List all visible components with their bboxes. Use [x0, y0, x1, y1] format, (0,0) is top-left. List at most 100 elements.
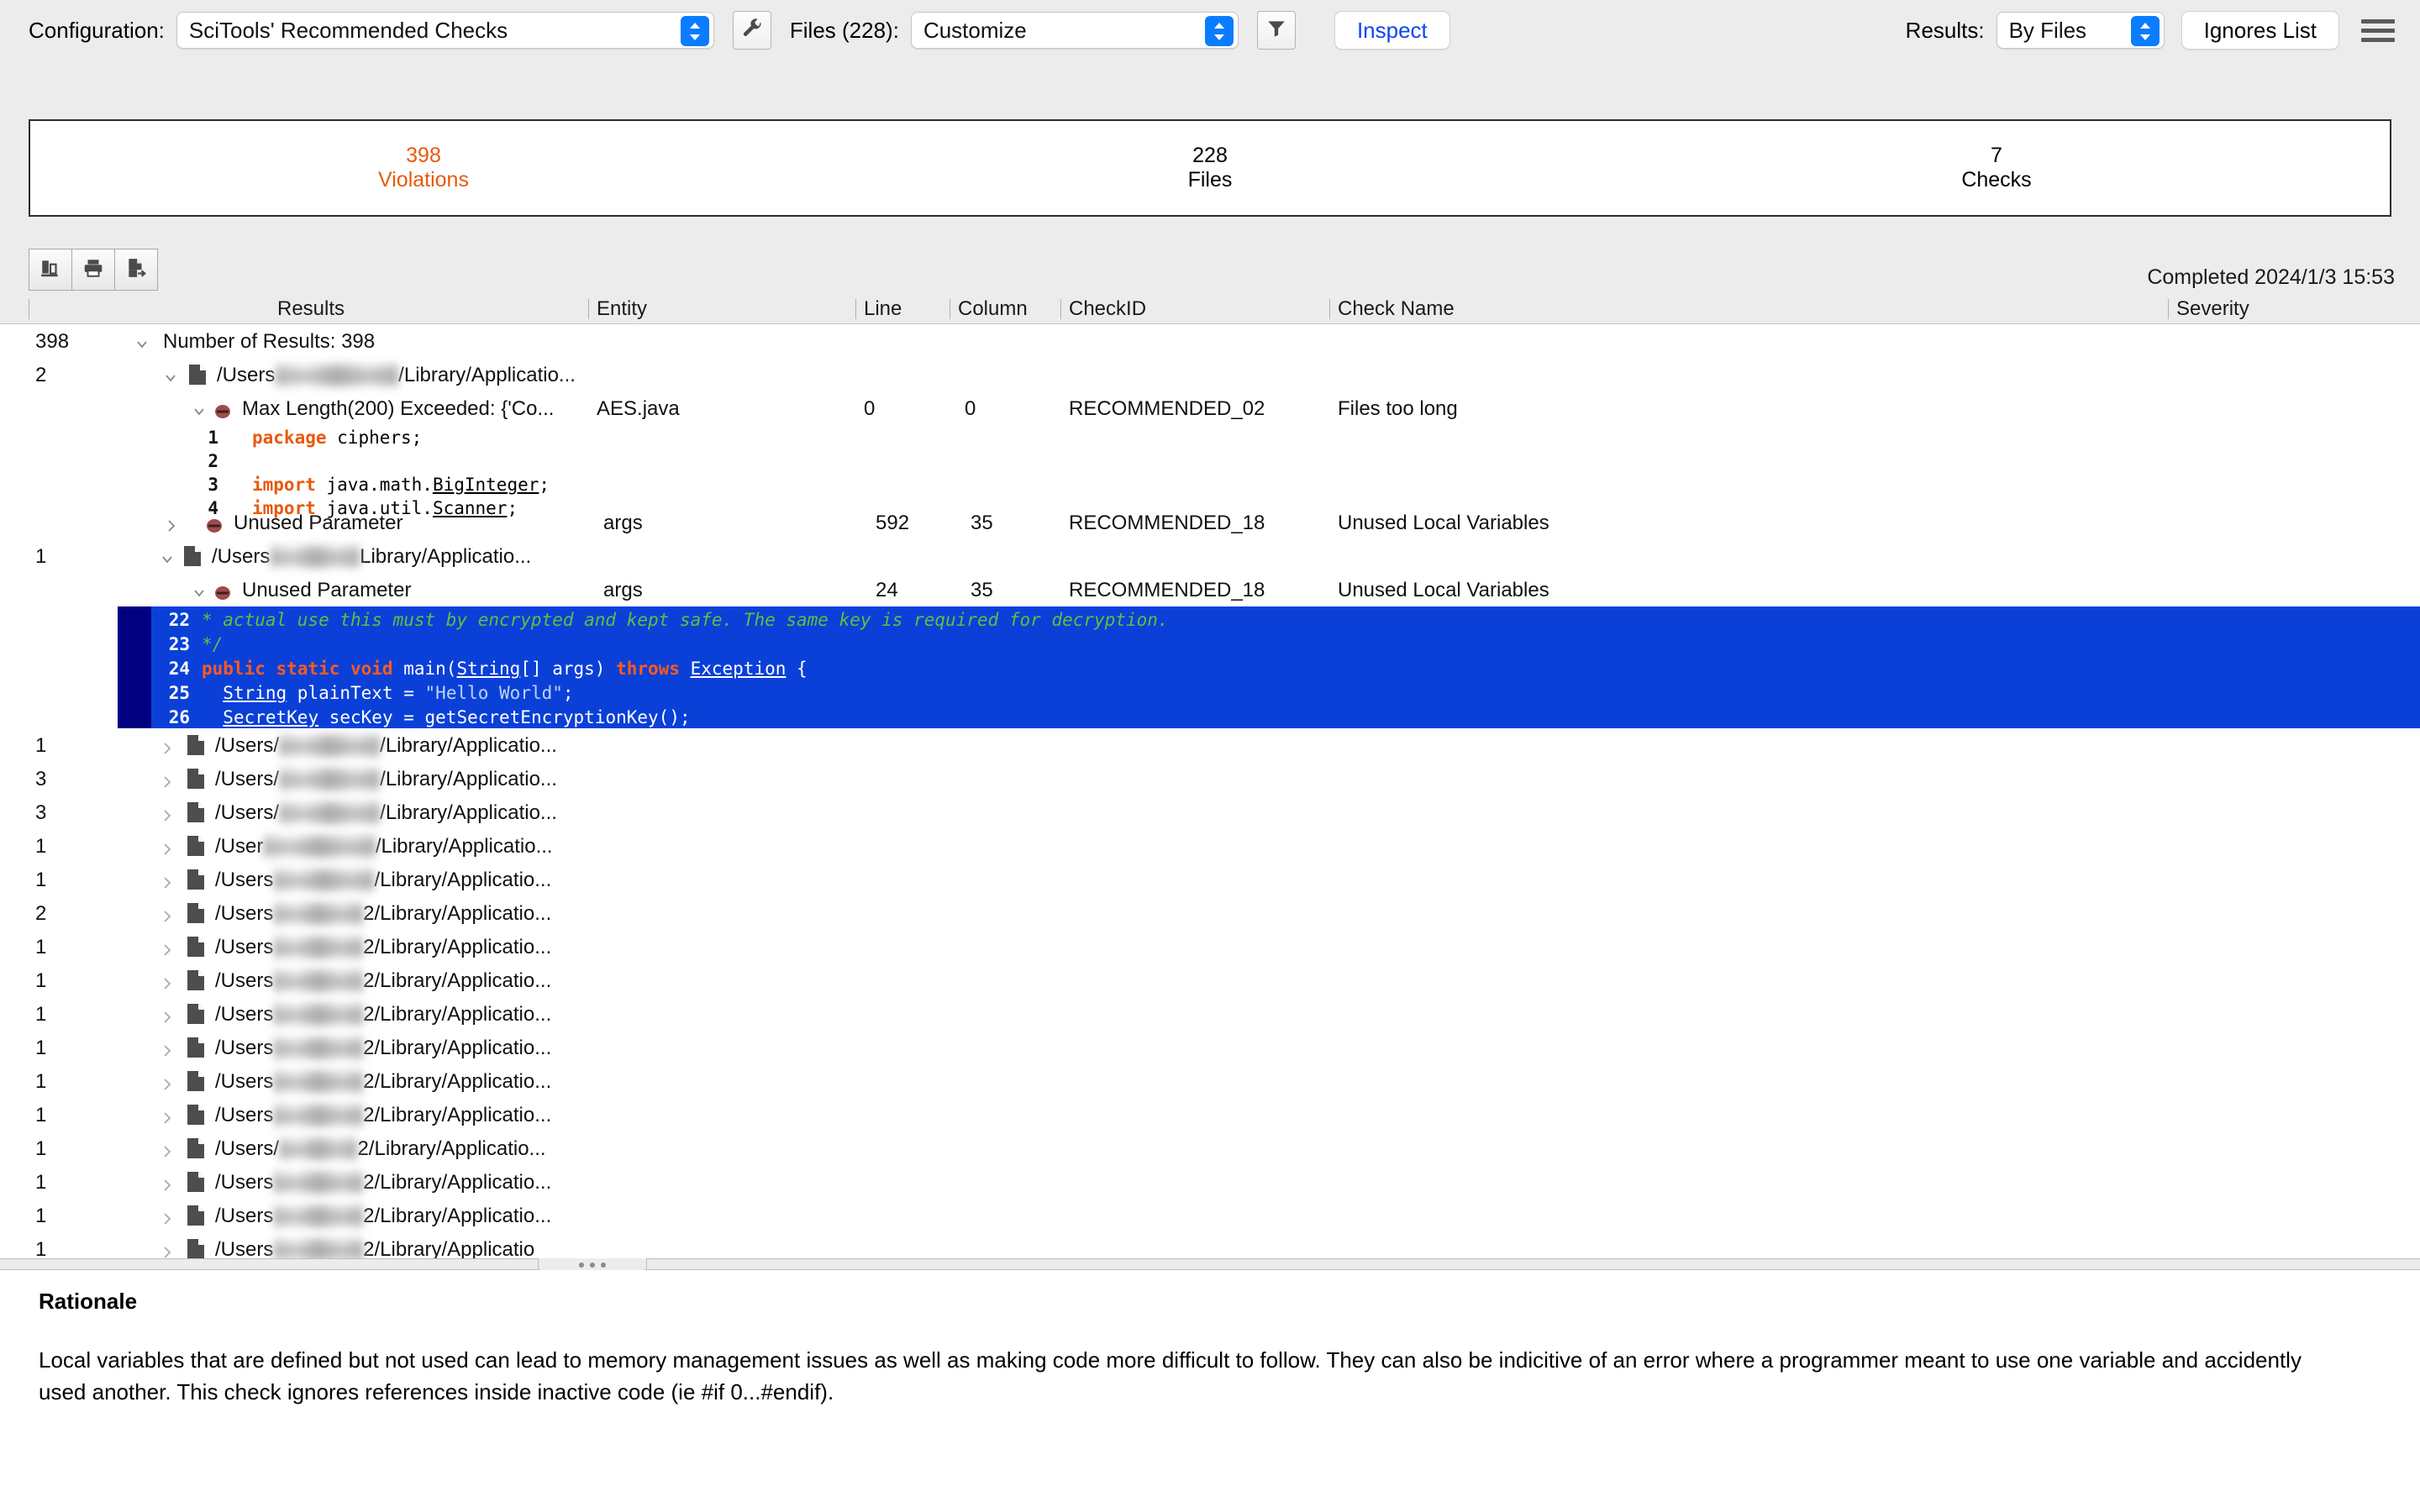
chevron-right-icon[interactable]	[160, 1108, 175, 1123]
chevron-updown-icon[interactable]	[681, 16, 709, 46]
violation-column: 35	[971, 512, 993, 535]
tree-row-violation[interactable]: Unused Parameter args 592 35 RECOMMENDED…	[0, 506, 2420, 539]
checks-count: 7	[1991, 144, 2002, 168]
tree-row-file[interactable]: 1/Useraaaaaaaaaa/Library/Applicatio...	[0, 829, 2420, 863]
column-header-column[interactable]: Column	[958, 297, 1028, 321]
inspect-button-label: Inspect	[1357, 18, 1428, 44]
chevron-right-icon[interactable]	[160, 1074, 175, 1089]
tree-row-file[interactable]: 3/Users/aaaaaaaaa/Library/Applicatio...	[0, 762, 2420, 795]
redacted-username: aaaaaaa	[279, 1137, 357, 1161]
chevron-down-icon[interactable]	[134, 334, 150, 349]
tree-row-file[interactable]: 1/Usersaaaaaaaa2/Library/Applicatio...	[0, 1064, 2420, 1098]
chevron-right-icon[interactable]	[160, 1209, 175, 1224]
top-toolbar: Configuration: SciTools' Recommended Che…	[0, 0, 2420, 60]
tree-row-file[interactable]: 1/Usersaaaaaaaa2/Library/Applicatio...	[0, 1165, 2420, 1199]
code-line-number: 24	[156, 659, 190, 679]
file-icon	[187, 1070, 205, 1092]
tree-row-file[interactable]: 2/Usersaaaaaaaa2/Library/Applicatio...	[0, 896, 2420, 930]
violation-label: Unused Parameter	[242, 579, 411, 602]
column-header-checkid[interactable]: CheckID	[1069, 297, 1146, 321]
chevron-right-icon[interactable]	[160, 738, 175, 753]
column-header-severity[interactable]: Severity	[2176, 297, 2249, 321]
tree-row-file[interactable]: 1/Usersaaaaaaaa2/Library/Applicatio...	[0, 997, 2420, 1031]
chevron-right-icon[interactable]	[164, 516, 179, 531]
code-line: 24 public static void main(String[] args)…	[118, 655, 2420, 680]
chevron-right-icon[interactable]	[160, 1142, 175, 1157]
tree-row-file[interactable]: 1/Usersaaaaaaaa2/Library/Applicatio...	[0, 1031, 2420, 1064]
chevron-right-icon[interactable]	[160, 974, 175, 989]
hamburger-icon[interactable]	[2361, 19, 2395, 42]
tree-row-root[interactable]: 398 Number of Results: 398	[0, 324, 2420, 358]
file-path: /UsersaaaaaaaaLibrary/Applicatio...	[212, 545, 531, 569]
code-line-text: public static void main(String[] args) t…	[202, 659, 808, 679]
file-icon	[187, 869, 205, 890]
chevron-down-icon[interactable]	[163, 368, 178, 383]
tree-row-file[interactable]: 1 /UsersaaaaaaaaLibrary/Applicatio...	[0, 539, 2420, 573]
panel-splitter[interactable]	[0, 1258, 2420, 1270]
file-path-prefix: /Users	[215, 1070, 273, 1093]
chevron-right-icon[interactable]	[160, 1007, 175, 1022]
tree-row-violation[interactable]: Max Length(200) Exceeded: {'Co... AES.ja…	[0, 391, 2420, 425]
violation-severity-icon	[213, 402, 232, 415]
redacted-username: aaaaaaaa	[273, 1104, 363, 1127]
chevron-updown-icon[interactable]	[1205, 16, 1234, 46]
tree-row-file[interactable]: 1/Usersaaaaaaaa2/Library/Applicatio...	[0, 1098, 2420, 1131]
chevron-down-icon[interactable]	[192, 402, 207, 417]
file-path: /Usersaaaaaaaa2/Library/Applicatio...	[215, 1205, 551, 1228]
chevron-right-icon[interactable]	[160, 806, 175, 821]
configuration-select[interactable]: SciTools' Recommended Checks	[176, 12, 714, 49]
chevron-right-icon[interactable]	[160, 839, 175, 854]
chevron-right-icon[interactable]	[160, 1041, 175, 1056]
chevron-right-icon[interactable]	[160, 873, 175, 888]
code-line-text: * actual use this must by encrypted and …	[202, 610, 1169, 630]
file-path-prefix: /Users	[215, 1104, 273, 1126]
print-button[interactable]	[71, 249, 115, 291]
tree-row-file[interactable]: 1/Usersaaaaaaaa2/Library/Applicatio...	[0, 1199, 2420, 1232]
ignores-list-label: Ignores List	[2204, 18, 2317, 44]
redacted-username: aaaaaaaaa	[279, 801, 380, 825]
chevron-right-icon[interactable]	[160, 1242, 175, 1257]
tree-row-file[interactable]: 1/Usersaaaaaaaa2/Library/Applicatio...	[0, 963, 2420, 997]
stat-checks[interactable]: 7 Checks	[1603, 121, 2390, 215]
chart-view-button[interactable]	[29, 249, 72, 291]
file-icon	[187, 1137, 205, 1159]
file-path-prefix: /Users	[215, 1238, 273, 1261]
column-header-checkname[interactable]: Check Name	[1338, 297, 1455, 321]
tree-row-file[interactable]: 2 /Usersaaaaaaaaaaa/Library/Applicatio..…	[0, 358, 2420, 391]
selected-code-preview[interactable]: 22* actual use this must by encrypted an…	[0, 606, 2420, 728]
column-header-entity[interactable]: Entity	[597, 297, 647, 321]
tree-row-violation[interactable]: Unused Parameter args 24 35 RECOMMENDED_…	[0, 573, 2420, 606]
chevron-right-icon[interactable]	[160, 772, 175, 787]
wrench-icon	[740, 17, 764, 45]
chevron-right-icon[interactable]	[160, 940, 175, 955]
column-header-line[interactable]: Line	[864, 297, 902, 321]
chevron-down-icon[interactable]	[192, 583, 207, 598]
tree-row-file[interactable]: 1/Users/aaaaaaaaa/Library/Applicatio...	[0, 728, 2420, 762]
tree-row-file[interactable]: 1/Usersaaaaaaaaa/Library/Applicatio...	[0, 863, 2420, 896]
column-header-results[interactable]: Results	[277, 297, 345, 321]
tree-row-file[interactable]: 1/Users/aaaaaaa2/Library/Applicatio...	[0, 1131, 2420, 1165]
results-select[interactable]: By Files	[1996, 12, 2165, 49]
file-path-prefix: /Users/	[215, 1137, 279, 1160]
stat-files[interactable]: 228 Files	[817, 121, 1603, 215]
chevron-right-icon[interactable]	[160, 1175, 175, 1190]
chevron-right-icon[interactable]	[160, 906, 175, 921]
export-button[interactable]	[114, 249, 158, 291]
code-line-number: 26	[156, 707, 190, 727]
tree-row-file[interactable]: 1/Usersaaaaaaaa2/Library/Applicatio...	[0, 930, 2420, 963]
chevron-updown-icon[interactable]	[2131, 16, 2160, 46]
tree-row-file[interactable]: 3/Users/aaaaaaaaa/Library/Applicatio...	[0, 795, 2420, 829]
configure-checks-button[interactable]	[733, 11, 771, 50]
files-select-value: Customize	[923, 18, 1027, 44]
filter-button[interactable]	[1257, 11, 1296, 50]
inspect-button[interactable]: Inspect	[1334, 11, 1450, 50]
filter-icon	[1265, 18, 1287, 44]
chevron-down-icon[interactable]	[160, 549, 175, 564]
ignores-list-button[interactable]: Ignores List	[2181, 11, 2339, 50]
stat-violations[interactable]: 398 Violations	[30, 121, 817, 215]
code-line-text: String plainText = "Hello World";	[202, 683, 574, 703]
code-preview: 1 package ciphers; 2 3 import java.math.…	[0, 425, 2420, 506]
file-path: /Usersaaaaaaaa2/Library/Applicatio...	[215, 936, 551, 959]
violation-checkid: RECOMMENDED_02	[1069, 397, 1265, 421]
files-select[interactable]: Customize	[911, 12, 1239, 49]
